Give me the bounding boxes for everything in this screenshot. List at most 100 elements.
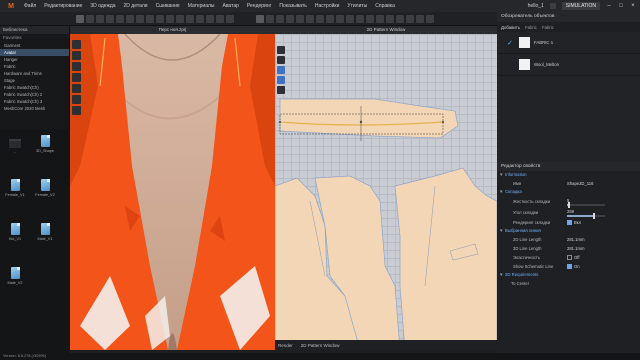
right-front-pattern[interactable] <box>394 167 497 350</box>
menu-2d-pattern[interactable]: 2D детали <box>120 3 152 9</box>
menu-materials[interactable]: Материалы <box>184 3 219 9</box>
avatar-display-icon[interactable] <box>72 51 81 60</box>
menu-edit[interactable]: Редактирование <box>40 3 86 9</box>
measure-tool-icon[interactable] <box>136 14 144 23</box>
name-field[interactable]: Shape2D_116 <box>567 181 640 186</box>
menu-sewing[interactable]: Сшивание <box>152 3 184 9</box>
fold-render-toggle[interactable]: Вкл <box>567 220 640 226</box>
section-fold[interactable]: Складка <box>497 188 640 196</box>
tree-item-swatch-2[interactable]: Fabric Swatch(Ch) 2 <box>0 91 69 98</box>
fold-angle-value[interactable]: 259 <box>567 209 574 214</box>
baseline-display-icon[interactable] <box>277 86 285 94</box>
tab-render[interactable]: Render <box>278 343 293 348</box>
sewing-line-display-icon[interactable] <box>277 76 285 84</box>
user-name[interactable]: hello_1 <box>528 3 544 9</box>
2d-length-value[interactable]: 281.1mm <box>567 237 640 242</box>
button-tool-icon[interactable] <box>196 14 204 23</box>
menu-avatar[interactable]: Аватар <box>219 3 243 9</box>
section-information[interactable]: Information <box>497 171 640 179</box>
graphic-tool-icon[interactable] <box>186 14 194 23</box>
fold-angle-control[interactable]: 259 <box>567 209 640 219</box>
checkbox-icon[interactable] <box>567 264 572 270</box>
pin-display-icon[interactable] <box>72 95 81 104</box>
file-item-male-v2[interactable]: Male_V2 <box>4 267 26 285</box>
tab-2d-pattern[interactable]: 2D Pattern Window <box>301 343 340 348</box>
favorites-header[interactable]: Favorites <box>0 34 69 42</box>
tree-item-avatar[interactable]: Avatar <box>0 49 69 56</box>
transform-pattern-icon[interactable] <box>256 14 264 23</box>
fold-tool-icon[interactable] <box>116 14 124 23</box>
texture-display-icon[interactable] <box>72 73 81 82</box>
move-tool-icon[interactable] <box>86 14 94 23</box>
select-tool-icon[interactable] <box>76 14 84 23</box>
3d-garment-render[interactable] <box>70 26 275 350</box>
internal-line-icon[interactable] <box>306 14 314 23</box>
transform-handle[interactable] <box>279 121 281 123</box>
section-selected-line[interactable]: Выбранная линия <box>497 227 640 235</box>
simulate-icon[interactable] <box>96 14 104 23</box>
topstitch-icon[interactable] <box>376 14 384 23</box>
fitting-tool-icon[interactable] <box>156 14 164 23</box>
ellipse-tool-icon[interactable] <box>296 14 304 23</box>
elastic-toggle[interactable]: Off <box>567 255 640 261</box>
segment-sewing-icon[interactable] <box>336 14 344 23</box>
edit-sewing-icon[interactable] <box>356 14 364 23</box>
fold-stiffness-slider[interactable] <box>567 201 605 208</box>
menu-render[interactable]: Рендеринг <box>243 3 276 9</box>
tree-item-swatch-1[interactable]: Fabric Swatch(Ch) <box>0 84 69 91</box>
checkbox-icon[interactable] <box>567 220 572 226</box>
view-mode-icon[interactable] <box>72 40 81 49</box>
pin-tool-icon[interactable] <box>106 14 114 23</box>
collar-pattern-piece[interactable] <box>279 98 459 139</box>
close-icon[interactable]: × <box>630 3 636 9</box>
slider-thumb[interactable] <box>593 212 596 219</box>
simulation-mode-button[interactable]: SIMULATION <box>561 2 600 10</box>
sewing-display-icon[interactable] <box>72 106 81 115</box>
grading-icon[interactable] <box>396 14 404 23</box>
fabric-item-1[interactable]: ✓ FABRIC 1 <box>497 32 640 54</box>
2d-pattern-canvas[interactable] <box>275 26 497 350</box>
tree-item-hanger[interactable]: Hanger <box>0 56 69 63</box>
section-2d-requirements[interactable]: 2D Requirements <box>497 271 640 279</box>
tree-item-stage[interactable]: Stage <box>0 77 69 84</box>
tab-fabric-a[interactable]: Fabric <box>525 25 537 30</box>
trim-tool-icon[interactable] <box>216 14 224 23</box>
menu-help[interactable]: Справка <box>371 3 399 9</box>
tree-item-garment[interactable]: Garment <box>0 42 69 49</box>
fabric-display-icon[interactable] <box>277 66 285 74</box>
tree-item-hardware[interactable]: Hardware and Trims <box>0 70 69 77</box>
menu-3d-garment[interactable]: 3D одежда <box>86 3 119 9</box>
rectangle-tool-icon[interactable] <box>286 14 294 23</box>
fold-stiffness-control[interactable]: 5 <box>567 198 640 208</box>
cloud-icon[interactable] <box>549 3 556 9</box>
menu-file[interactable]: Файл <box>20 3 40 9</box>
to-center-item[interactable]: To Center <box>497 281 567 286</box>
maximize-icon[interactable]: □ <box>618 3 624 9</box>
menu-display[interactable]: Показывать <box>275 3 310 9</box>
garment-display-icon[interactable] <box>72 62 81 71</box>
schematic-toggle[interactable]: On <box>567 264 640 270</box>
symmetric-icon[interactable] <box>426 14 434 23</box>
zipper-tool-icon[interactable] <box>206 14 214 23</box>
avatar-tool-icon[interactable] <box>146 14 154 23</box>
curve-point-icon[interactable] <box>326 14 334 23</box>
pleat-tool-icon[interactable] <box>386 14 394 23</box>
file-item-3d-shape[interactable]: 3D_Shape <box>34 135 56 153</box>
grid-display-icon[interactable] <box>277 56 285 64</box>
tree-item-fabric[interactable]: Fabric <box>0 63 69 70</box>
tree-item-meshcore[interactable]: MeshCore 2020 Mesh <box>0 105 69 112</box>
pattern-display-icon[interactable] <box>277 46 285 54</box>
minimize-icon[interactable]: – <box>606 3 612 9</box>
2d-pattern-viewport[interactable]: 2D Pattern Window <box>275 26 497 350</box>
dart-tool-icon[interactable] <box>316 14 324 23</box>
add-fabric-button[interactable]: Добавить <box>501 25 520 30</box>
transform-handle[interactable] <box>442 121 444 123</box>
check-sewing-icon[interactable] <box>366 14 374 23</box>
menu-settings[interactable]: Настройки <box>311 3 344 9</box>
edit-pattern-icon[interactable] <box>266 14 274 23</box>
tape-tool-icon[interactable] <box>126 14 134 23</box>
menu-utilities[interactable]: Утилиты <box>343 3 371 9</box>
file-item-female-v1[interactable]: Female_V1 <box>4 179 26 197</box>
fold-angle-slider[interactable] <box>567 212 605 219</box>
file-item-parent[interactable]: .. <box>4 137 26 154</box>
